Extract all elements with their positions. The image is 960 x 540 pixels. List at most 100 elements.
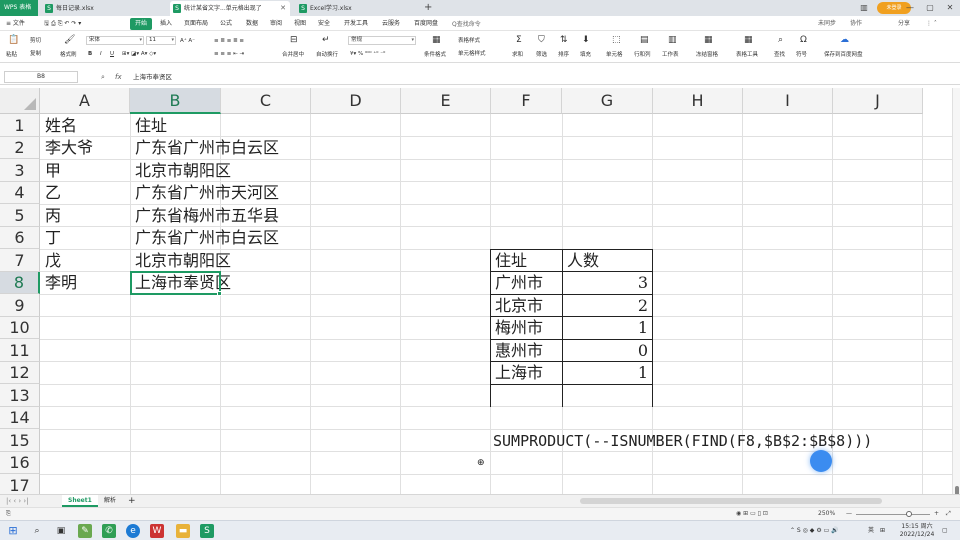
column-header-i[interactable]: I [743, 88, 833, 114]
cell-b4[interactable]: 广东省广州市天河区 [131, 182, 279, 204]
quick-save-icon[interactable]: 🖫 ⎙ ⎘ ↶ ↷ ▾ [44, 16, 81, 31]
wrap-icon[interactable]: ↵ [322, 35, 330, 45]
find-button[interactable]: 查找 [774, 51, 785, 59]
tab-data[interactable]: 数据 [246, 16, 258, 31]
formula-input[interactable]: 上海市奉贤区 [133, 71, 172, 83]
sheet-tab-sheet1[interactable]: Sheet1 [62, 495, 98, 507]
row-header-15[interactable]: 15 [0, 429, 40, 452]
file-menu[interactable]: ≡ 文件 [6, 16, 25, 31]
cell-g12[interactable]: 1 [563, 362, 652, 384]
cell-g8[interactable]: 3 [563, 272, 652, 294]
wps-office-icon[interactable]: W [150, 524, 164, 538]
row-header-4[interactable]: 4 [0, 182, 40, 204]
row-header-8[interactable]: 8 [0, 272, 40, 294]
task-view-icon[interactable]: ▣ [54, 524, 68, 538]
column-header-f[interactable]: F [491, 88, 562, 114]
table-tools-icon[interactable]: ▦ [744, 35, 753, 45]
tab-review[interactable]: 审阅 [270, 16, 282, 31]
sync-status[interactable]: 未同步 [818, 16, 836, 31]
bold-icon[interactable]: B [88, 50, 92, 58]
row-header-17[interactable]: 17 [0, 474, 40, 494]
align-icons-2[interactable]: ≡ ≡ ≡ ⇤ ⇥ [214, 50, 244, 58]
cell-b2[interactable]: 广东省广州市白云区 [131, 137, 279, 159]
merge-icon[interactable]: ⊟ [290, 35, 298, 45]
cell-f10[interactable]: 梅州市 [491, 317, 543, 339]
column-header-h[interactable]: H [653, 88, 743, 114]
format-painter-icon[interactable]: 🖌 [64, 35, 75, 45]
close-button[interactable]: ✕ [940, 0, 960, 16]
column-header-j[interactable]: J [833, 88, 923, 114]
row-col-icon[interactable]: ▤ [640, 35, 649, 45]
tab-home[interactable]: 开始 [130, 18, 153, 30]
fill-button[interactable]: 填充 [580, 51, 591, 59]
tab-baidu-netdisk[interactable]: 百度网盘 [414, 16, 438, 31]
search-icon[interactable]: ⌕ [30, 524, 44, 538]
cell-g7[interactable]: 人数 [563, 250, 599, 272]
file-explorer-icon[interactable]: ▬ [176, 524, 190, 538]
wrap-text-button[interactable]: 自动换行 [316, 51, 338, 59]
row-header-14[interactable]: 14 [0, 407, 40, 429]
sort-button[interactable]: 排序 [558, 51, 569, 59]
cell-b7[interactable]: 北京市朝阳区 [131, 250, 231, 272]
add-sheet-button[interactable]: + [122, 495, 142, 507]
column-header-a[interactable]: A [40, 88, 130, 114]
font-grow-icon[interactable]: A⁺ A⁻ [180, 37, 195, 45]
row-header-11[interactable]: 11 [0, 339, 40, 362]
filter-icon[interactable]: ⛉ [538, 35, 545, 45]
tab-view[interactable]: 视图 [294, 16, 306, 31]
vertical-scrollbar[interactable] [952, 88, 960, 500]
cell-b1[interactable]: 住址 [131, 115, 167, 137]
italic-icon[interactable]: I [100, 50, 102, 58]
conditional-format-button[interactable]: 条件格式 [424, 51, 446, 59]
tab-daily-record[interactable]: S 每日记录.xlsx [42, 1, 154, 16]
more-icon[interactable]: ⋮ ˄ [926, 16, 937, 31]
find-icon[interactable]: ⌕ [778, 35, 783, 45]
cell-icon[interactable]: ⬚ [612, 35, 621, 45]
row-header-7[interactable]: 7 [0, 249, 40, 272]
view-mode-icons[interactable]: ◉ ⊞ ▭ ▯ ⊡ [736, 508, 768, 520]
format-painter-button[interactable]: 格式刷 [60, 51, 77, 59]
command-search[interactable]: Q查找命令 [452, 19, 481, 28]
tab-formula[interactable]: 公式 [220, 16, 232, 31]
sheet-tab-analysis[interactable]: 解析 [98, 495, 122, 507]
taskbar-clock[interactable]: 15:15 周六 2022/12/24 [899, 523, 935, 539]
wps-home-tab[interactable]: WPS 表格 [0, 0, 38, 16]
fullscreen-icon[interactable]: ⤢ [946, 508, 951, 520]
table-style-button[interactable]: 表格样式 [458, 37, 480, 45]
sheet-nav-icons[interactable]: |‹ ‹ › ›| [6, 495, 29, 507]
new-tab-button[interactable]: + [424, 0, 432, 15]
cell-grid[interactable]: A B C D E F G H I J 1 2 3 4 5 6 7 8 9 10… [0, 88, 952, 494]
row-header-5[interactable]: 5 [0, 204, 40, 227]
number-format-select[interactable]: 常规 ▾ [348, 36, 416, 45]
copy-button[interactable]: 复制 [30, 50, 41, 58]
cell-b3[interactable]: 北京市朝阳区 [131, 160, 231, 182]
input-method-icon[interactable]: ⊞ [880, 521, 885, 540]
cell-f9[interactable]: 北京市 [491, 295, 543, 317]
input-language[interactable]: 英 [868, 521, 874, 540]
row-header-13[interactable]: 13 [0, 384, 40, 407]
zoom-formula-icon[interactable]: ⌕ [101, 71, 105, 83]
column-header-c[interactable]: C [221, 88, 311, 114]
row-header-3[interactable]: 3 [0, 159, 40, 182]
tab-active-workbook[interactable]: S 统计某省文字...单元格出现了 ✕ [170, 1, 290, 16]
tab-excel-study[interactable]: S Excel学习.xlsx [296, 1, 416, 16]
formula-note[interactable]: SUMPRODUCT(--ISNUMBER(FIND(F8,$B$2:$B$8)… [493, 432, 872, 450]
cell-f7[interactable]: 住址 [491, 250, 527, 272]
save-to-baidu-button[interactable]: 保存到百度网盘 [824, 51, 863, 59]
cell-f11[interactable]: 惠州市 [491, 340, 543, 362]
border-icon[interactable]: ⊞▾ ◪▾ A▾ ◇▾ [122, 50, 156, 58]
baidu-netdisk-icon[interactable]: ☁ [840, 35, 849, 45]
tab-developer[interactable]: 开发工具 [344, 16, 368, 31]
zoom-out-button[interactable]: — [846, 508, 852, 520]
font-name-select[interactable]: 宋体 ▾ [86, 36, 144, 45]
column-header-d[interactable]: D [311, 88, 401, 114]
maximize-button[interactable]: ▢ [920, 0, 940, 16]
align-icons[interactable]: ≡ ≣ ≡ ≣ ≡ [214, 37, 244, 45]
minimize-button[interactable]: — [900, 0, 920, 16]
collab-button[interactable]: 协作 [850, 16, 862, 31]
fx-icon[interactable]: fx [115, 71, 122, 83]
share-button[interactable]: 分享 [898, 16, 910, 31]
underline-icon[interactable]: U [110, 50, 114, 58]
worksheet-icon[interactable]: ▥ [668, 35, 677, 45]
close-tab-icon[interactable]: ✕ [280, 1, 286, 16]
